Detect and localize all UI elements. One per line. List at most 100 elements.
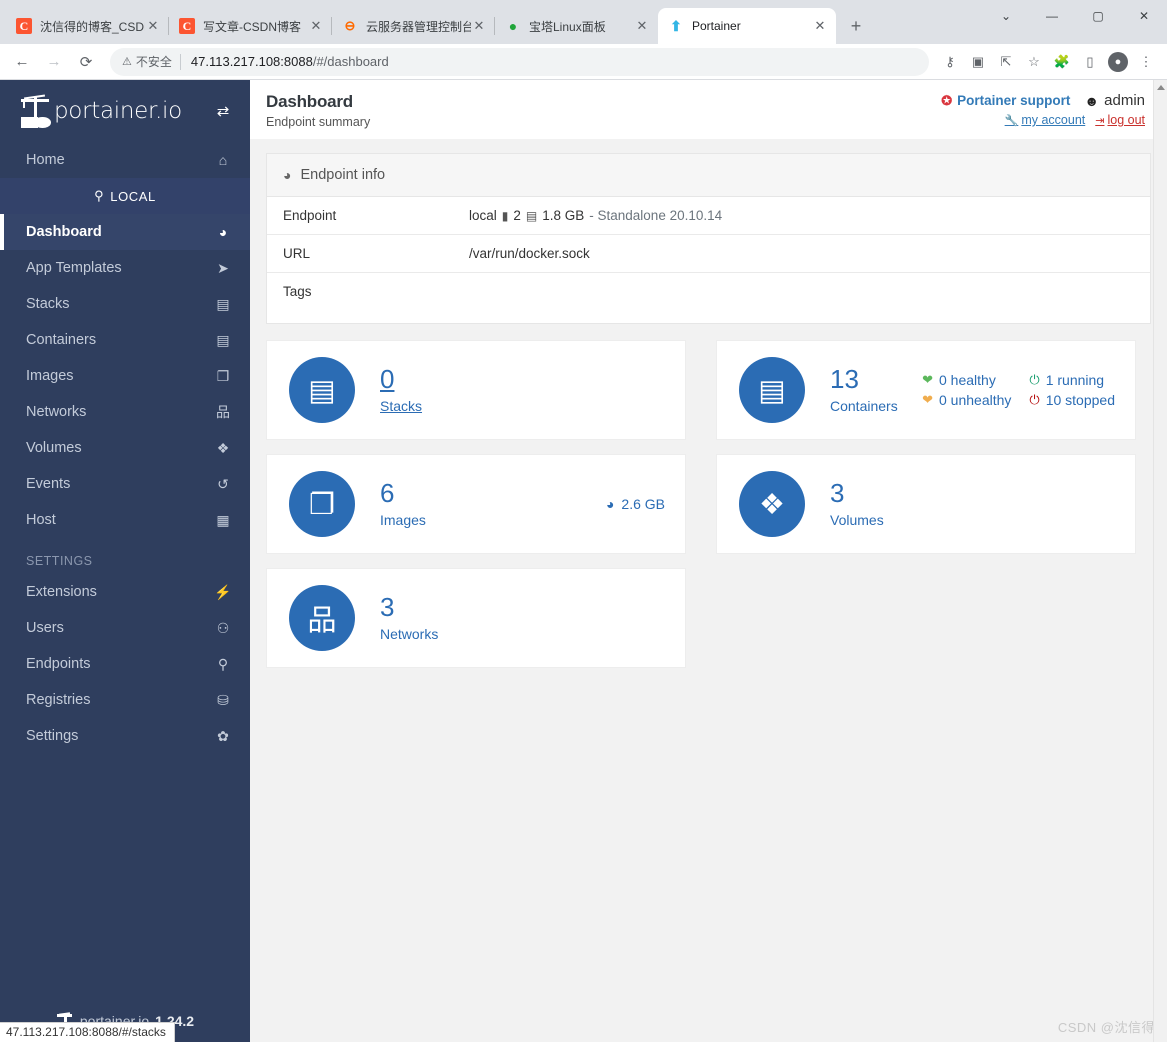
sidebar-item-app-templates[interactable]: App Templates ➤ (0, 250, 250, 286)
portainer-icon: ⬆ (670, 17, 682, 34)
browser-window: C 沈信得的博客_CSDN博客 ✕ C 写文章-CSDN博客 ✕ ⊖ 云服务器管… (0, 0, 1167, 1042)
side-panel-icon[interactable]: ▯ (1077, 49, 1103, 75)
back-button-icon[interactable]: ← (8, 48, 36, 76)
bookmark-star-icon[interactable]: ☆ (1021, 49, 1047, 75)
memory-size: 1.8 GB (542, 208, 585, 223)
tab-close-icon[interactable]: ✕ (634, 18, 650, 34)
clone-icon: ❐ (216, 367, 230, 384)
card-stacks[interactable]: ▤ 0 Stacks (266, 340, 686, 440)
sidebar-item-label: Events (26, 476, 71, 492)
tab-close-icon[interactable]: ✕ (308, 18, 324, 34)
card-images[interactable]: ❐ 6 Images ◕ 2.6 GB (266, 454, 686, 554)
memory-icon: ▤ (525, 208, 538, 223)
password-key-icon[interactable]: ⚷ (937, 49, 963, 75)
card-volumes[interactable]: ❖ 3 Volumes (716, 454, 1136, 554)
sidebar-item-images[interactable]: Images ❐ (0, 358, 250, 394)
tab-close-icon[interactable]: ✕ (812, 18, 828, 34)
address-bar[interactable]: ⚠ 不安全 47.113.217.108:8088/#/dashboard (110, 47, 929, 76)
sidebar-item-events[interactable]: Events ↺ (0, 466, 250, 502)
maximize-button[interactable]: ▢ (1075, 0, 1121, 32)
scroll-up-arrow-icon[interactable] (1156, 85, 1165, 90)
sidebar-item-endpoints[interactable]: Endpoints ⚲ (0, 646, 250, 682)
images-size: ◕ 2.6 GB (606, 496, 665, 512)
sidebar-item-containers[interactable]: Containers ▤ (0, 322, 250, 358)
pie-chart-icon: ◕ (605, 496, 615, 512)
cpu-count: 2 (513, 208, 521, 223)
power-icon: ⏻ (1029, 392, 1040, 407)
sidebar-item-home[interactable]: Home ⌂ (0, 142, 250, 178)
not-secure-label: 不安全 (135, 55, 172, 69)
tab-close-icon[interactable]: ✕ (471, 18, 487, 34)
profile-avatar-icon[interactable]: ● (1105, 49, 1131, 75)
card-count: 13 (830, 364, 859, 395)
server-icon: ▤ (739, 357, 805, 423)
minimize-button[interactable]: — (1029, 0, 1075, 32)
sidebar: portainer.io ⇄ Home ⌂ ⚲ LOCAL Dashboard … (0, 80, 250, 1042)
not-secure-warning-icon: ⚠ (122, 56, 132, 68)
address-bar-url: 47.113.217.108:8088/#/dashboard (191, 54, 389, 69)
card-containers[interactable]: ▤ 13 Containers ❤ 0 healthy ⏻ 1 running … (716, 340, 1136, 440)
plug-icon: ⚲ (217, 655, 229, 672)
close-window-button[interactable]: ✕ (1121, 0, 1167, 32)
sidebar-brand[interactable]: portainer.io ⇄ (0, 80, 250, 142)
support-label: Portainer support (957, 93, 1071, 108)
browser-tab-4-active[interactable]: ⬆ Portainer ✕ (658, 8, 836, 44)
sidebar-item-users[interactable]: Users ⚇ (0, 610, 250, 646)
alibaba-icon: ⊖ (344, 18, 356, 33)
page-scrollbar[interactable] (1153, 80, 1167, 1042)
stat-label: 0 healthy (939, 372, 996, 388)
heartbeat-icon: ❤ (922, 392, 933, 407)
username-label: admin (1104, 92, 1145, 109)
sidebar-item-label: Containers (26, 332, 97, 348)
extensions-puzzle-icon[interactable]: 🧩 (1049, 49, 1075, 75)
translate-icon[interactable]: ▣ (965, 49, 991, 75)
tab-search-chevron-icon[interactable]: ⌄ (983, 0, 1029, 32)
new-tab-button[interactable]: + (842, 12, 870, 40)
card-body: 13 Containers (830, 364, 922, 414)
plug-icon: ⚲ (94, 188, 105, 203)
log-out-link[interactable]: ⇥ log out (1095, 113, 1145, 127)
sidebar-item-dashboard[interactable]: Dashboard ◕ (0, 214, 250, 250)
portainer-support-link[interactable]: ✪ Portainer support (941, 93, 1070, 109)
sidebar-item-extensions[interactable]: Extensions ⚡ (0, 574, 250, 610)
page-subtitle: Endpoint summary (266, 115, 371, 129)
endpoint-row: Endpoint local ▮ 2 ▤ 1.8 GB - Standalone… (267, 197, 1150, 235)
dashboard-cards: ▤ 0 Stacks ▤ 13 Containers ❤ 0 healthy ⏻… (266, 340, 1151, 668)
sidebar-item-stacks[interactable]: Stacks ▤ (0, 286, 250, 322)
row-key: Tags (283, 284, 312, 299)
card-count: 0 (380, 364, 395, 395)
card-count: 3 (380, 592, 395, 623)
tab-close-icon[interactable]: ✕ (145, 18, 161, 34)
sidebar-item-registries[interactable]: Registries ⛁ (0, 682, 250, 718)
browser-tab-2[interactable]: ⊖ 云服务器管理控制台 ✕ (331, 8, 495, 44)
list-icon: ▤ (216, 295, 230, 312)
browser-tab-3[interactable]: ● 宝塔Linux面板 ✕ (494, 8, 658, 44)
bolt-icon: ⚡ (214, 583, 232, 600)
switch-endpoint-icon[interactable]: ⇄ (212, 102, 234, 120)
tab-title: Portainer (692, 19, 741, 33)
browser-tab-1[interactable]: C 写文章-CSDN博客 ✕ (168, 8, 332, 44)
sidebar-item-settings[interactable]: Settings ✿ (0, 718, 250, 754)
sidebar-item-host[interactable]: Host ▦ (0, 502, 250, 538)
row-key: URL (283, 246, 311, 261)
reload-button-icon[interactable]: ⟳ (72, 48, 100, 76)
log-out-label: log out (1107, 113, 1145, 127)
sidebar-item-label: Host (26, 512, 56, 528)
card-networks[interactable]: 品 3 Networks (266, 568, 686, 668)
card-label: Networks (380, 625, 439, 642)
th-icon: ▦ (216, 511, 230, 528)
omnibox-divider (179, 53, 181, 70)
browser-tab-0[interactable]: C 沈信得的博客_CSDN博客 ✕ (6, 8, 169, 44)
stat-healthy: ❤ 0 healthy (922, 372, 1011, 388)
stat-label: 0 unhealthy (939, 392, 1012, 408)
share-icon[interactable]: ⇱ (993, 49, 1019, 75)
sidebar-item-networks[interactable]: Networks 品 (0, 394, 250, 430)
home-icon: ⌂ (218, 152, 228, 168)
sidebar-item-volumes[interactable]: Volumes ❖ (0, 430, 250, 466)
my-account-link[interactable]: 🔧 my account (1005, 113, 1086, 127)
forward-button-icon[interactable]: → (40, 48, 68, 76)
endpoint-info-panel: ◕ Endpoint info Endpoint local ▮ 2 ▤ 1.8… (266, 153, 1151, 324)
chrome-menu-icon[interactable]: ⋮ (1133, 49, 1159, 75)
container-stats: ❤ 0 healthy ⏻ 1 running ❤ 0 unhealthy ⏻ … (922, 372, 1115, 408)
